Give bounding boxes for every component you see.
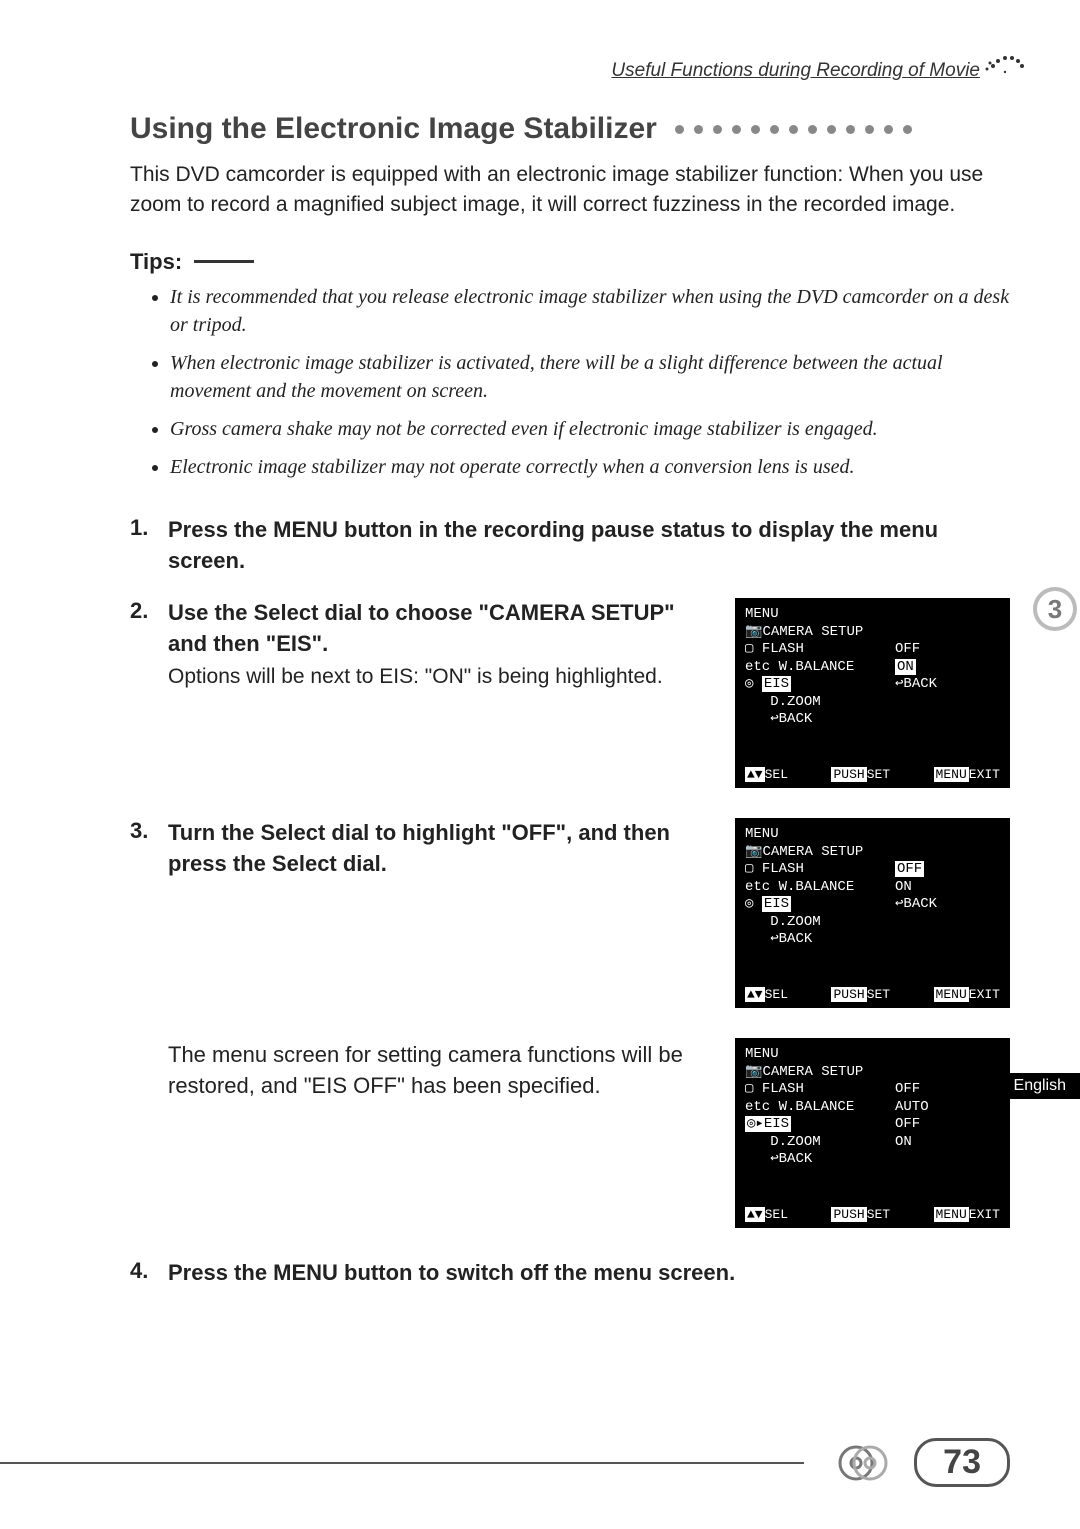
list-item: Electronic image stabilizer may not oper… bbox=[170, 453, 1010, 481]
menu-title: MENU bbox=[745, 606, 1000, 624]
page-number: 73 bbox=[914, 1438, 1010, 1487]
tips-list: It is recommended that you release elect… bbox=[130, 283, 1010, 481]
step-number: 3. bbox=[130, 818, 156, 844]
menu-item: ◎ EIS bbox=[745, 676, 895, 694]
menu-item: etc W.BALANCE bbox=[745, 1099, 895, 1117]
list-item: Gross camera shake may not be corrected … bbox=[170, 415, 1010, 443]
chapter-badge: 3 bbox=[1030, 584, 1080, 634]
step-number: 1. bbox=[130, 515, 156, 541]
menu-value: OFF bbox=[895, 1116, 920, 1134]
menu-value: OFF bbox=[895, 641, 920, 659]
menu-title: MENU bbox=[745, 826, 1000, 844]
intro-paragraph: This DVD camcorder is equipped with an e… bbox=[130, 160, 1010, 221]
menu-heading: 📷CAMERA SETUP bbox=[745, 844, 895, 862]
footer-rule-icon bbox=[0, 1462, 804, 1464]
menu-item: ◎ EIS bbox=[745, 896, 895, 914]
list-item: When electronic image stabilizer is acti… bbox=[170, 349, 1010, 405]
menu-heading: 📷CAMERA SETUP bbox=[745, 624, 895, 642]
menu-item: ▢ FLASH bbox=[745, 861, 895, 879]
menu-item: D.ZOOM bbox=[745, 1134, 895, 1152]
step-3-continue-row: The menu screen for setting camera funct… bbox=[130, 1038, 1010, 1228]
disc-decoration-icon bbox=[985, 36, 1025, 76]
page-title: Using the Electronic Image Stabilizer bbox=[130, 112, 1010, 146]
tips-heading: Tips: bbox=[130, 249, 1010, 275]
step-number: 4. bbox=[130, 1258, 156, 1284]
menu-item: D.ZOOM bbox=[745, 694, 895, 712]
menu-item: etc W.BALANCE bbox=[745, 879, 895, 897]
step-subtext: The menu screen for setting camera funct… bbox=[168, 1040, 715, 1102]
menu-footer: ▲▼SEL PUSHSET MENUEXIT bbox=[745, 1207, 1000, 1222]
step-text: Press the MENU button to switch off the … bbox=[168, 1260, 735, 1285]
menu-value-highlighted: OFF bbox=[895, 861, 924, 877]
chapter-number: 3 bbox=[1048, 594, 1062, 624]
step-text: Press the MENU button in the recording p… bbox=[168, 517, 938, 573]
tips-heading-text: Tips: bbox=[130, 249, 182, 275]
step-2-row: 2. Use the Select dial to choose "CAMERA… bbox=[130, 598, 1010, 788]
menu-heading: 📷CAMERA SETUP bbox=[745, 1064, 895, 1082]
menu-item: ▢ FLASH bbox=[745, 1081, 895, 1099]
step-4: 4. Press the MENU button to switch off t… bbox=[130, 1258, 1010, 1289]
title-text: Using the Electronic Image Stabilizer bbox=[130, 112, 657, 146]
menu-footer: ▲▼SEL PUSHSET MENUEXIT bbox=[745, 767, 1000, 782]
step-3-sub: The menu screen for setting camera funct… bbox=[168, 1038, 715, 1102]
menu-value: ↩BACK bbox=[895, 896, 937, 914]
step-number: 2. bbox=[130, 598, 156, 624]
section-header: Useful Functions during Recording of Mov… bbox=[130, 60, 1010, 82]
disc-icon bbox=[834, 1443, 894, 1483]
menu-value: ON bbox=[895, 879, 912, 897]
step-text: Use the Select dial to choose "CAMERA SE… bbox=[168, 600, 675, 656]
menu-item: ↩BACK bbox=[745, 931, 895, 949]
page-footer: 73 bbox=[0, 1438, 1010, 1487]
menu-item: ◎▸EIS bbox=[745, 1116, 895, 1134]
list-item: It is recommended that you release elect… bbox=[170, 283, 1010, 339]
menu-screenshot-2: MENU 📷CAMERA SETUP ▢ FLASHOFF etc W.BALA… bbox=[735, 818, 1010, 1008]
menu-value-highlighted: ON bbox=[895, 659, 916, 675]
menu-item: ▢ FLASH bbox=[745, 641, 895, 659]
menu-title: MENU bbox=[745, 1046, 1000, 1064]
menu-item: D.ZOOM bbox=[745, 914, 895, 932]
manual-page: Useful Functions during Recording of Mov… bbox=[0, 0, 1080, 1529]
menu-item: ↩BACK bbox=[745, 1151, 895, 1169]
menu-value: AUTO bbox=[895, 1099, 929, 1117]
language-tab: English bbox=[1000, 1073, 1080, 1099]
step-3: 3. Turn the Select dial to highlight "OF… bbox=[130, 818, 715, 880]
step-1: 1. Press the MENU button in the recordin… bbox=[130, 515, 1010, 577]
menu-screenshot-1: MENU 📷CAMERA SETUP ▢ FLASHOFF etc W.BALA… bbox=[735, 598, 1010, 788]
title-dots-icon bbox=[675, 125, 912, 134]
menu-value: ON bbox=[895, 1134, 912, 1152]
tips-rule-icon bbox=[194, 260, 254, 263]
step-2: 2. Use the Select dial to choose "CAMERA… bbox=[130, 598, 715, 691]
step-3-row: 3. Turn the Select dial to highlight "OF… bbox=[130, 818, 1010, 1008]
menu-footer: ▲▼SEL PUSHSET MENUEXIT bbox=[745, 987, 1000, 1002]
step-text: Turn the Select dial to highlight "OFF",… bbox=[168, 820, 670, 876]
menu-screenshot-3: MENU 📷CAMERA SETUP ▢ FLASHOFF etc W.BALA… bbox=[735, 1038, 1010, 1228]
menu-value: OFF bbox=[895, 1081, 920, 1099]
menu-item: ↩BACK bbox=[745, 711, 895, 729]
menu-item: etc W.BALANCE bbox=[745, 659, 895, 677]
menu-value: ↩BACK bbox=[895, 676, 937, 694]
step-subtext: Options will be next to EIS: "ON" is bei… bbox=[168, 662, 715, 691]
